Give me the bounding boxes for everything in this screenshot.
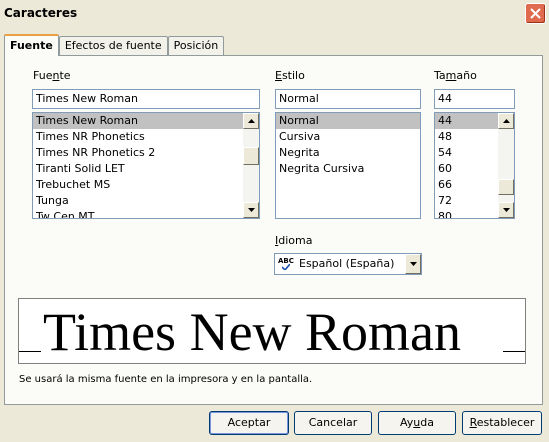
tab-fuente[interactable]: Fuente bbox=[4, 34, 59, 56]
size-list-item[interactable]: 66 bbox=[435, 177, 498, 193]
style-list-item[interactable]: Negrita Cursiva bbox=[276, 161, 420, 177]
style-list-item[interactable]: Negrita bbox=[276, 145, 420, 161]
size-list-item[interactable]: 80 bbox=[435, 209, 498, 218]
close-button[interactable] bbox=[525, 3, 546, 24]
scroll-up-button[interactable] bbox=[243, 113, 259, 129]
size-list-item[interactable]: 44 bbox=[435, 113, 498, 129]
size-list-scrollbar[interactable] bbox=[498, 113, 514, 218]
style-label: Estilo bbox=[275, 69, 305, 82]
arrow-down-icon bbox=[502, 208, 510, 212]
font-list-item[interactable]: Times NR Phonetics 2 bbox=[33, 145, 243, 161]
help-button[interactable]: Ayuda bbox=[378, 411, 456, 435]
preview-baseline-left bbox=[19, 351, 41, 352]
preview-text: Times New Roman bbox=[43, 302, 462, 362]
font-list-item[interactable]: Tunga bbox=[33, 193, 243, 209]
font-list-item[interactable]: Times NR Phonetics bbox=[33, 129, 243, 145]
tab-posicion[interactable]: Posición bbox=[167, 36, 225, 56]
scroll-thumb[interactable] bbox=[498, 179, 514, 195]
window-title: Caracteres bbox=[4, 6, 78, 20]
size-label: Tamaño bbox=[434, 69, 477, 82]
font-list-item[interactable]: Times New Roman bbox=[33, 113, 243, 129]
style-list[interactable]: Normal Cursiva Negrita Negrita Cursiva bbox=[275, 112, 421, 219]
close-icon bbox=[530, 8, 541, 19]
font-list-item[interactable]: Tw Cen MT bbox=[33, 209, 243, 218]
title-bar: Caracteres bbox=[0, 0, 549, 28]
style-list-item[interactable]: Normal bbox=[276, 113, 420, 129]
reset-button[interactable]: Restablecer bbox=[462, 411, 542, 435]
cancel-button[interactable]: Cancelar bbox=[294, 411, 372, 435]
arrow-up-icon bbox=[502, 119, 510, 123]
arrow-up-icon bbox=[247, 119, 255, 123]
arrow-down-icon bbox=[247, 208, 255, 212]
font-list-item[interactable]: Trebuchet MS bbox=[33, 177, 243, 193]
font-list-item[interactable]: Tiranti Solid LET bbox=[33, 161, 243, 177]
language-select[interactable]: ABC Español (España) bbox=[274, 253, 422, 275]
scroll-thumb[interactable] bbox=[243, 147, 259, 165]
language-value: Español (España) bbox=[299, 257, 395, 270]
size-list-item[interactable]: 54 bbox=[435, 145, 498, 161]
style-input[interactable]: Normal bbox=[275, 89, 421, 109]
scroll-up-button[interactable] bbox=[498, 113, 514, 129]
size-list[interactable]: 44 48 54 60 66 72 80 bbox=[434, 112, 515, 219]
font-list-scrollbar[interactable] bbox=[243, 113, 259, 218]
font-preview: Times New Roman bbox=[18, 298, 526, 364]
ok-button[interactable]: Aceptar bbox=[209, 411, 289, 435]
font-label: Fuente bbox=[33, 69, 71, 82]
language-label: Idioma bbox=[275, 234, 313, 247]
size-list-item[interactable]: 48 bbox=[435, 129, 498, 145]
font-input[interactable]: Times New Roman bbox=[32, 89, 260, 109]
tab-efectos-de-fuente[interactable]: Efectos de fuente bbox=[58, 36, 168, 56]
size-list-item[interactable]: 60 bbox=[435, 161, 498, 177]
chevron-down-icon bbox=[409, 262, 417, 266]
preview-note: Se usará la misma fuente en la impresora… bbox=[19, 374, 313, 385]
size-list-item[interactable]: 72 bbox=[435, 193, 498, 209]
size-input[interactable]: 44 bbox=[434, 89, 515, 109]
language-dropdown-button[interactable] bbox=[405, 254, 421, 274]
spellcheck-icon: ABC bbox=[278, 258, 294, 271]
scroll-down-button[interactable] bbox=[498, 202, 514, 218]
style-list-item[interactable]: Cursiva bbox=[276, 129, 420, 145]
font-list[interactable]: Times New Roman Times NR Phonetics Times N… bbox=[32, 112, 260, 219]
preview-baseline-right bbox=[503, 351, 525, 352]
scroll-down-button[interactable] bbox=[243, 202, 259, 218]
tab-bar: Fuente Efectos de fuente Posición bbox=[4, 34, 225, 56]
